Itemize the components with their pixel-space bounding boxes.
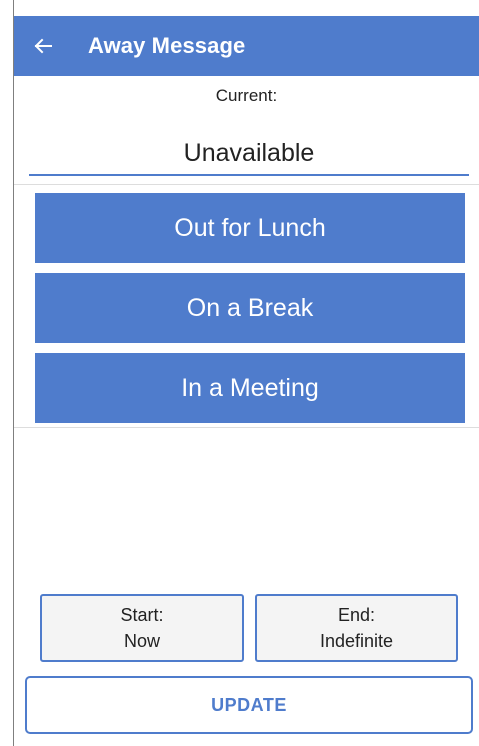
update-button[interactable]: UPDATE	[25, 676, 473, 734]
end-label: End:	[337, 605, 376, 625]
preset-label: Out for Lunch	[174, 213, 326, 242]
current-message-label: Current:	[215, 86, 278, 105]
start-value: Now	[123, 631, 160, 651]
end-value: Indefinite	[319, 631, 394, 651]
preset-out-for-lunch-button[interactable]: Out for Lunch	[35, 193, 465, 263]
end-time-button[interactable]: End: Indefinite	[255, 594, 458, 662]
back-button[interactable]	[14, 16, 72, 76]
preset-label: On a Break	[186, 293, 314, 322]
preset-label: In a Meeting	[181, 373, 319, 402]
preset-on-a-break-button[interactable]: On a Break	[35, 273, 465, 343]
preset-message-list: Out for Lunch On a Break In a Meeting	[14, 184, 479, 428]
arrow-left-icon	[33, 36, 53, 56]
current-message-field[interactable]	[29, 132, 469, 176]
start-time-button[interactable]: Start: Now	[40, 594, 244, 662]
update-label: UPDATE	[211, 694, 287, 715]
page-title: Away Message	[88, 33, 246, 58]
preset-in-a-meeting-button[interactable]: In a Meeting	[35, 353, 465, 423]
start-label: Start:	[120, 605, 164, 625]
app-bar: Away Message	[14, 16, 479, 76]
